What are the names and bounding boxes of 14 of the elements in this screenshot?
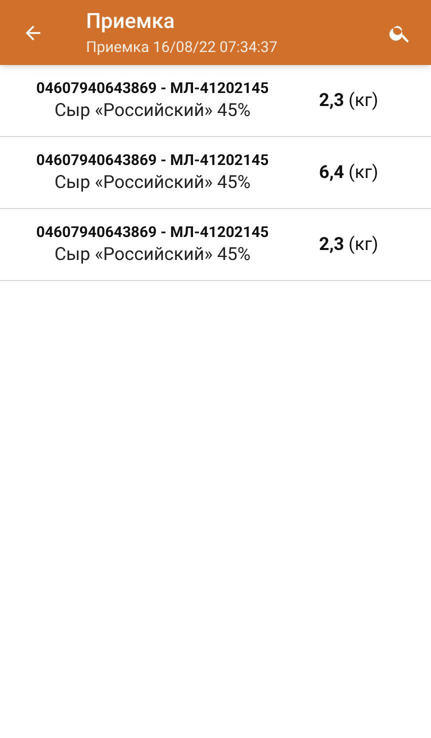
item-quantity: 6,4 (кг) — [319, 161, 378, 185]
list-item[interactable]: 04607940643869 - МЛ-41202145 Сыр «Российский» 45% 6,4 (кг) — [0, 137, 431, 209]
screen-title: Приемка — [86, 8, 176, 34]
item-name: Сыр «Российский» 45% — [54, 99, 251, 123]
item-code: 04607940643869 - МЛ-41202145 — [36, 78, 269, 98]
item-quantity: 2,3 (кг) — [319, 233, 378, 257]
item-code: 04607940643869 - МЛ-41202145 — [36, 150, 269, 170]
screen-subtitle: Приемка 16/08/22 07:34:37 — [86, 36, 278, 56]
item-name: Сыр «Российский» 45% — [54, 171, 251, 195]
list-item[interactable]: 04607940643869 - МЛ-41202145 Сыр «Российский» 45% 2,3 (кг) — [0, 65, 431, 137]
list-item[interactable]: 04607940643869 - МЛ-41202145 Сыр «Российский» 45% 2,3 (кг) — [0, 209, 431, 281]
item-quantity: 2,3 (кг) — [319, 89, 378, 113]
item-name: Сыр «Российский» 45% — [54, 243, 251, 267]
item-code: 04607940643869 - МЛ-41202145 — [36, 222, 269, 242]
